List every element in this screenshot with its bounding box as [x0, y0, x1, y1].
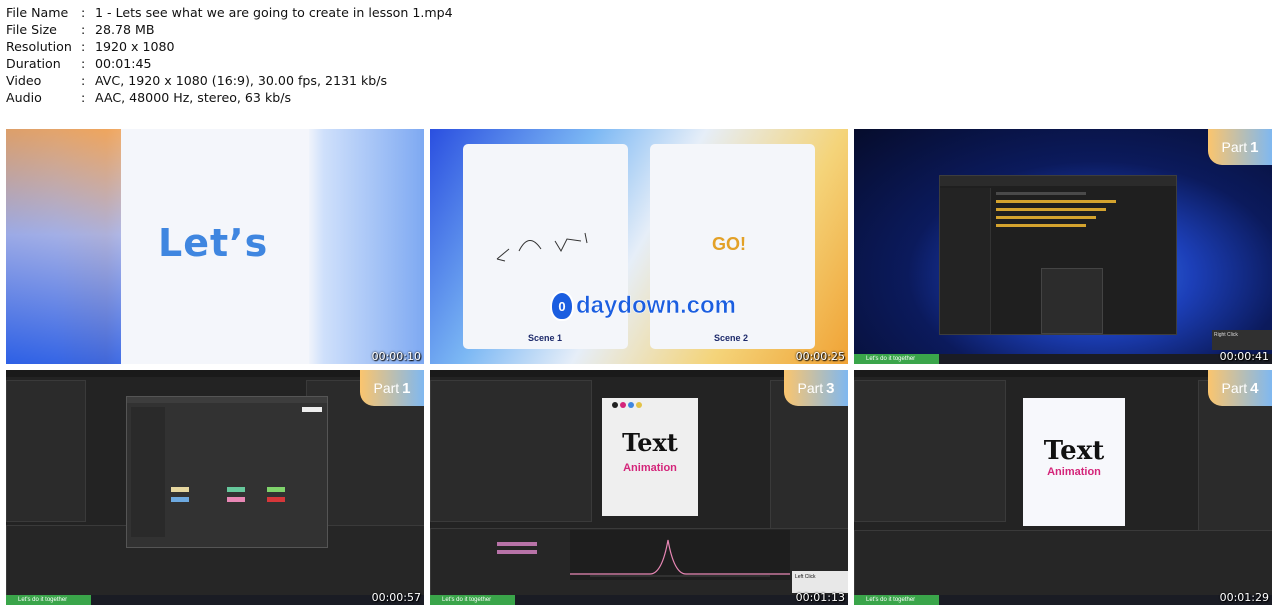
timestamp: 00:00:25 [795, 350, 845, 363]
timestamp: 00:01:29 [1219, 591, 1269, 604]
info-key: File Name [6, 5, 69, 20]
info-row-file-size: File Size:28.78 MB [6, 22, 155, 37]
subtitle-text: Animation [1047, 466, 1101, 478]
thumbnail-2[interactable]: Scene 1 GO! Scene 2 0 daydown.com 00:00:… [430, 129, 848, 364]
info-row-file-name: File Name:1 - Lets see what we are going… [6, 5, 453, 20]
info-row-duration: Duration:00:01:45 [6, 56, 152, 71]
preferences-dialog [126, 396, 328, 548]
scribble-icon [496, 232, 588, 262]
info-key: Audio [6, 90, 42, 105]
thumbnail-1[interactable]: Let’s 00:00:10 [6, 129, 424, 364]
green-caption: Let's do it together [6, 595, 91, 605]
info-row-resolution: Resolution:1920 x 1080 [6, 39, 175, 54]
info-row-video: Video: AVC, 1920 x 1080 (16:9), 30.00 fps… [6, 73, 388, 88]
watermark: 0 daydown.com [550, 291, 736, 321]
watermark-logo-icon: 0 [550, 291, 574, 321]
subtitle-text: Animation [623, 462, 677, 474]
thumbnail-3[interactable]: Part 1 Right Click Let's do it together 0… [854, 129, 1272, 364]
part-badge: Part 1 [360, 370, 424, 406]
part-badge: Part 1 [1208, 129, 1272, 165]
thumbnail-5[interactable]: Text Animation Part 3 Left Click Let's do… [430, 370, 848, 605]
info-value: 28.78 MB [95, 22, 155, 37]
go-text: GO! [712, 234, 746, 254]
scene1-label: Scene 1 [528, 333, 563, 343]
left-click-hint: Left Click [792, 571, 848, 593]
green-caption: Let's do it together [854, 354, 939, 364]
info-key: Duration [6, 56, 61, 71]
watermark-text: daydown.com [576, 292, 737, 320]
info-value: AVC, 1920 x 1080 (16:9), 30.00 fps, 2131… [95, 73, 388, 88]
title-text: Text [1043, 436, 1105, 466]
timestamp: 00:01:13 [795, 591, 845, 604]
part-badge: Part 4 [1208, 370, 1272, 406]
timestamp: 00:00:57 [371, 591, 421, 604]
graph-curve-icon [570, 539, 790, 577]
info-key: Video [6, 73, 42, 88]
timestamp: 00:00:10 [371, 350, 421, 363]
green-caption: Let's do it together [430, 595, 515, 605]
green-caption: Let's do it together [854, 595, 939, 605]
ae-workspace: Text Animation [430, 370, 848, 605]
thumbnail-6[interactable]: Text Animation Part 4 Let's do it togethe… [854, 370, 1272, 605]
comp-canvas: Text Animation [602, 398, 698, 516]
lets-text: Let’s [158, 221, 269, 265]
part-badge: Part 3 [784, 370, 848, 406]
ae-workspace: Text Animation [854, 370, 1272, 605]
info-row-audio: Audio: AAC, 48000 Hz, stereo, 63 kb/s [6, 90, 292, 105]
title-text: Text [622, 428, 678, 457]
context-menu [1041, 268, 1103, 334]
timestamp: 00:00:41 [1219, 350, 1269, 363]
explorer-window [939, 175, 1177, 335]
ae-workspace [6, 370, 424, 605]
info-key: File Size [6, 22, 57, 37]
thumbnail-4[interactable]: Part 1 Let's do it together 00:00:57 [6, 370, 424, 605]
graph-editor [570, 530, 790, 580]
info-key: Resolution [6, 39, 72, 54]
comp-canvas: Text Animation [1023, 398, 1125, 526]
scene2-label: Scene 2 [714, 333, 749, 343]
info-value: AAC, 48000 Hz, stereo, 63 kb/s [95, 90, 292, 105]
info-value: 1920 x 1080 [95, 39, 175, 54]
info-value: 1 - Lets see what we are going to create… [95, 5, 453, 20]
info-value: 00:01:45 [95, 56, 152, 71]
right-click-hint: Right Click [1212, 330, 1272, 350]
file-info: File Name:1 - Lets see what we are going… [6, 4, 453, 106]
